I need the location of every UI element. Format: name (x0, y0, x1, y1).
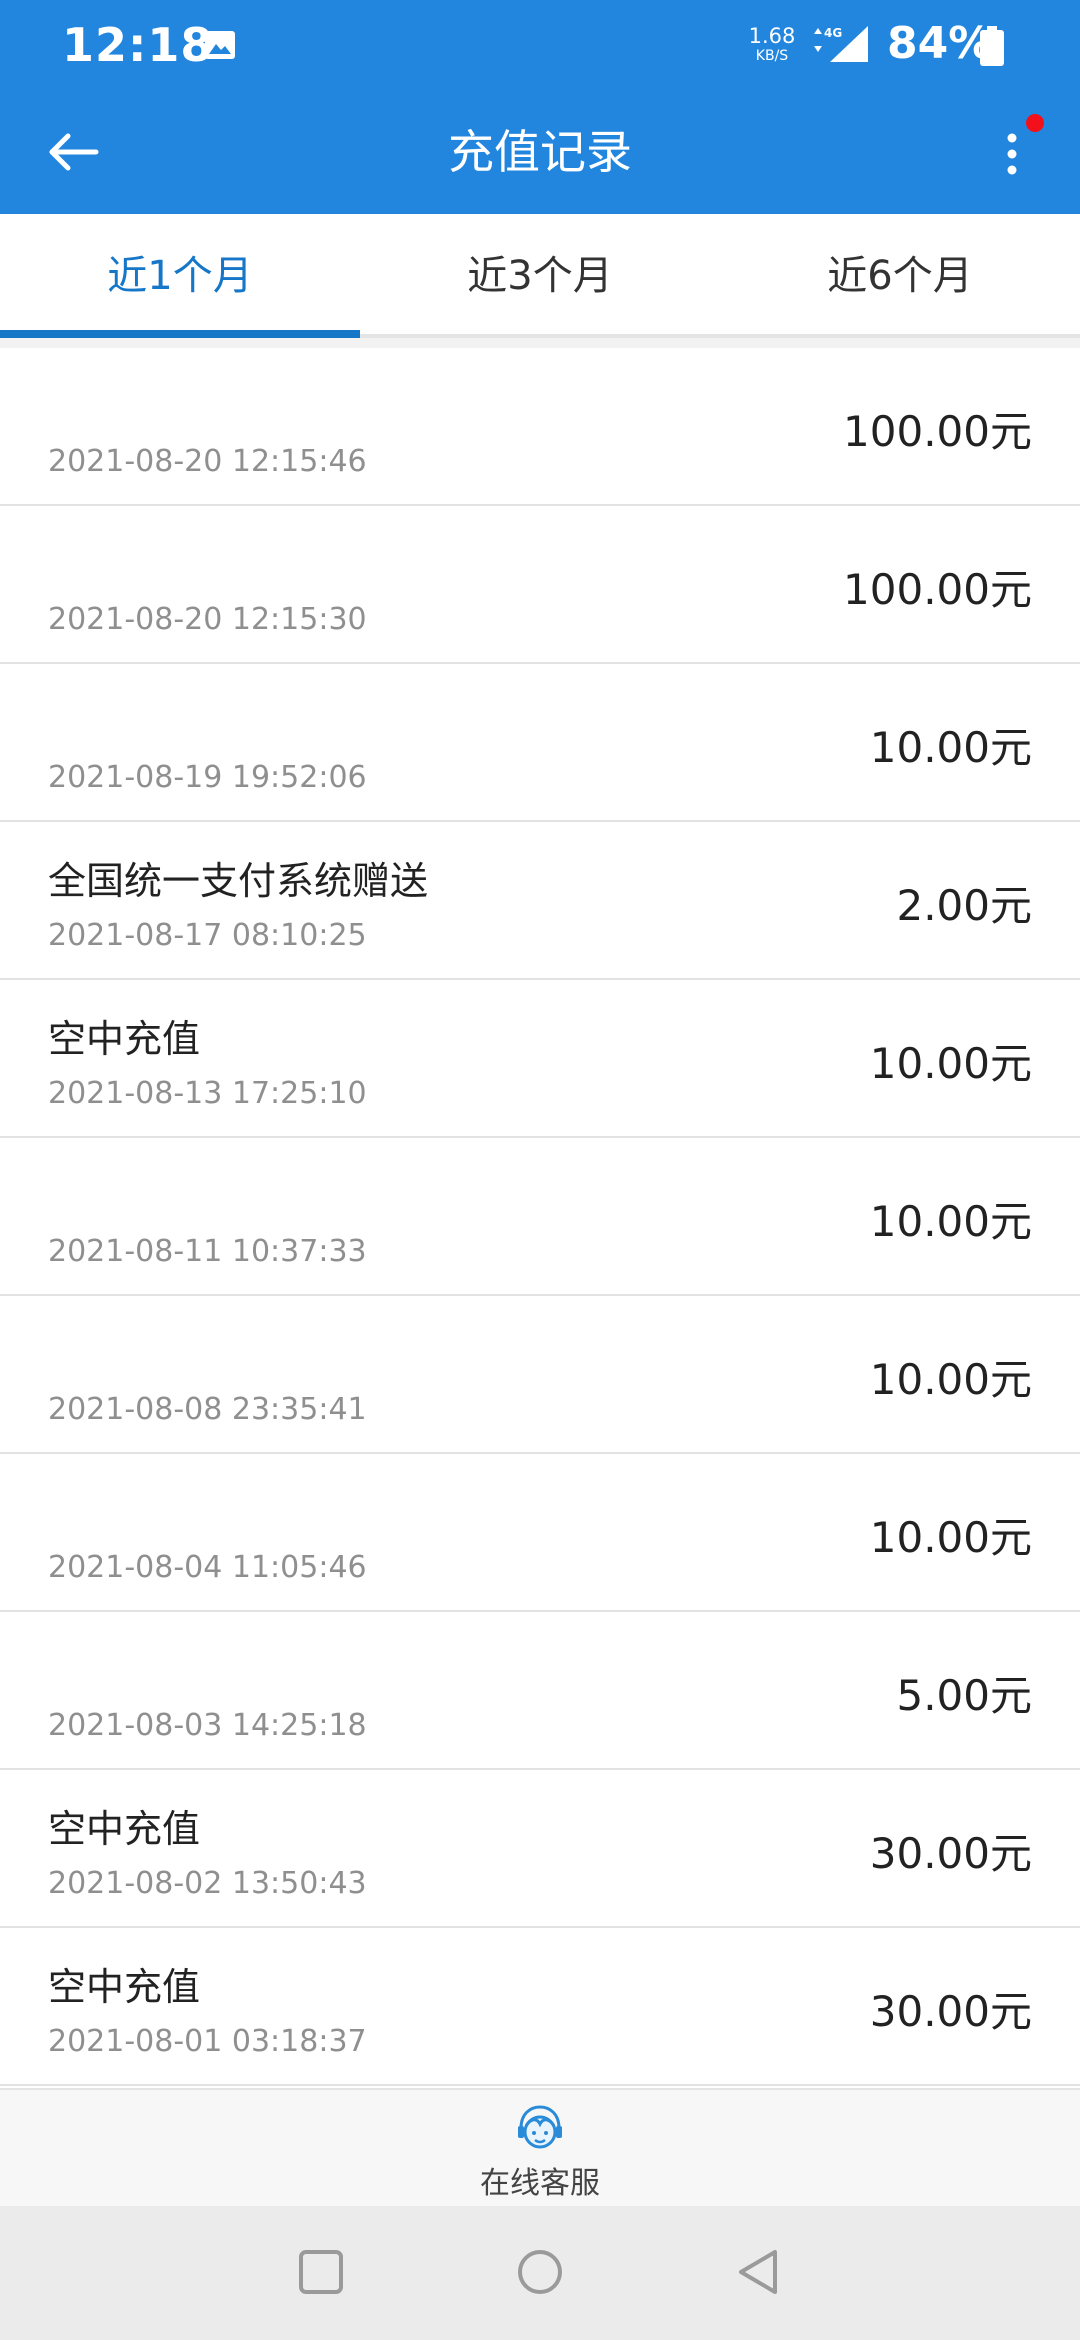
tab-1-month[interactable]: 近1个月 (0, 214, 360, 334)
notification-dot (1026, 114, 1044, 132)
record-date: 2021-08-20 12:15:30 (48, 602, 367, 637)
record-title: 空中充值 (48, 1017, 201, 1061)
record-row[interactable]: 空中充值 2021-08-13 17:25:10 10.00元 (0, 980, 1080, 1138)
record-title: 空中充值 (48, 1807, 201, 1851)
battery-icon (980, 26, 1004, 66)
battery-percent: 84% (887, 18, 993, 69)
record-amount: 100.00元 (843, 565, 1032, 614)
svg-text:4G: 4G (824, 26, 842, 40)
record-row[interactable]: 空中充值 2021-08-01 03:18:37 30.00元 (0, 1928, 1080, 2086)
record-amount: 100.00元 (843, 407, 1032, 456)
status-bar: 12:18 1.68 KB/S 4G 84% (0, 0, 1080, 90)
home-icon[interactable] (510, 2242, 570, 2302)
record-date: 2021-08-02 13:50:43 (48, 1866, 367, 1901)
record-date: 2021-08-20 12:15:46 (48, 444, 367, 479)
online-service-label: 在线客服 (480, 2166, 600, 2201)
active-tab-indicator (0, 330, 360, 338)
period-tabs: 近1个月 近3个月 近6个月 (0, 214, 1080, 338)
record-date: 2021-08-01 03:18:37 (48, 2024, 367, 2059)
status-time: 12:18 (62, 18, 214, 72)
record-row[interactable]: 2021-08-08 23:35:41 10.00元 (0, 1296, 1080, 1454)
image-notification-icon (205, 31, 235, 59)
record-row[interactable]: 全国统一支付系统赠送 2021-08-17 08:10:25 2.00元 (0, 822, 1080, 980)
record-amount: 10.00元 (869, 1355, 1032, 1404)
record-amount: 2.00元 (896, 881, 1032, 930)
recent-apps-icon[interactable] (291, 2242, 351, 2302)
record-date: 2021-08-11 10:37:33 (48, 1234, 367, 1269)
network-speed-value: 1.68 (748, 24, 796, 48)
record-amount: 10.00元 (869, 1513, 1032, 1562)
page-title: 充值记录 (448, 125, 632, 179)
more-options-icon[interactable] (995, 120, 1029, 190)
record-row[interactable]: 空中充值 2021-08-02 13:50:43 30.00元 (0, 1770, 1080, 1928)
record-row[interactable]: 2021-08-20 12:15:30 100.00元 (0, 506, 1080, 664)
tab-3-months[interactable]: 近3个月 (360, 214, 720, 334)
record-row[interactable]: 2021-08-20 12:15:46 100.00元 (0, 348, 1080, 506)
record-amount: 5.00元 (896, 1671, 1032, 1720)
record-date: 2021-08-08 23:35:41 (48, 1392, 367, 1427)
record-amount: 10.00元 (869, 723, 1032, 772)
record-amount: 10.00元 (869, 1197, 1032, 1246)
record-row[interactable]: 2021-08-11 10:37:33 10.00元 (0, 1138, 1080, 1296)
signal-4g-icon: 4G (814, 26, 868, 62)
record-amount: 10.00元 (869, 1039, 1032, 1088)
record-date: 2021-08-13 17:25:10 (48, 1076, 367, 1111)
record-row[interactable]: 2021-08-03 14:25:18 5.00元 (0, 1612, 1080, 1770)
tab-6-months[interactable]: 近6个月 (720, 214, 1080, 334)
app-bar: 充值记录 (0, 90, 1080, 214)
record-date: 2021-08-17 08:10:25 (48, 918, 367, 953)
recharge-record-list: 2021-08-20 12:15:46 100.00元 2021-08-20 1… (0, 348, 1080, 2086)
customer-service-icon (518, 2105, 562, 2149)
record-row[interactable]: 2021-08-19 19:52:06 10.00元 (0, 664, 1080, 822)
record-row[interactable]: 2021-08-04 11:05:46 10.00元 (0, 1454, 1080, 1612)
network-speed-unit: KB/S (755, 48, 789, 64)
online-service-button[interactable]: 在线客服 (0, 2088, 1080, 2206)
record-date: 2021-08-04 11:05:46 (48, 1550, 367, 1585)
record-title: 全国统一支付系统赠送 (48, 859, 429, 903)
network-speed: 1.68 KB/S (748, 24, 796, 64)
record-date: 2021-08-03 14:25:18 (48, 1708, 367, 1743)
record-title: 空中充值 (48, 1965, 201, 2009)
system-navigation-bar (0, 2206, 1080, 2340)
record-amount: 30.00元 (869, 1987, 1032, 2036)
record-amount: 30.00元 (869, 1829, 1032, 1878)
list-divider (0, 338, 1080, 348)
record-date: 2021-08-19 19:52:06 (48, 760, 367, 795)
system-back-icon[interactable] (729, 2242, 789, 2302)
